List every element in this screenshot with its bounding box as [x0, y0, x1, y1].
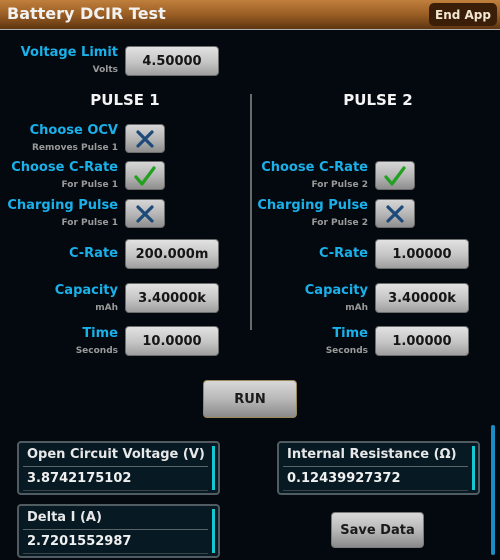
internal-resistance-result-title: Internal Resistance (Ω) — [287, 447, 457, 462]
x-icon — [136, 129, 154, 148]
ocv-result: Open Circuit Voltage (V) 3.8742175102 — [17, 441, 220, 495]
pulse1-time-field[interactable]: 10.0000 — [125, 326, 219, 356]
ocv-result-bottom-line — [23, 490, 208, 491]
scrollbar[interactable] — [491, 425, 495, 555]
pulse1-time-label: Time — [82, 326, 118, 341]
delta-i-result-accent-bar — [212, 509, 215, 553]
pulse2-crate-field[interactable]: 1.00000 — [375, 239, 469, 269]
pulse1-crate-field[interactable]: 200.000m — [125, 239, 219, 269]
pulse1-charging-pulse-toggle[interactable] — [125, 199, 165, 228]
pulse2-capacity-label: Capacity — [304, 283, 368, 298]
pulse2-time-unit: Seconds — [325, 346, 368, 356]
pulse1-capacity-label: Capacity — [54, 283, 118, 298]
pulse2-capacity-field[interactable]: 3.40000k — [375, 283, 469, 313]
x-icon — [386, 204, 404, 223]
internal-resistance-result-separator — [283, 466, 468, 467]
internal-resistance-result-accent-bar — [472, 446, 475, 490]
pulse2-choose-crate-toggle[interactable] — [375, 161, 415, 190]
pulse1-choose-ocv-toggle[interactable] — [125, 124, 165, 153]
pulse1-choose-ocv-label: Choose OCV — [29, 123, 118, 138]
delta-i-result-title: Delta I (A) — [27, 510, 102, 525]
pulse1-crate-label: C-Rate — [68, 246, 118, 261]
pulse2-charging-pulse-label: Charging Pulse — [257, 198, 368, 213]
voltage-limit-label: Voltage Limit — [20, 45, 118, 60]
x-icon — [136, 204, 154, 223]
delta-i-result-bottom-line — [23, 553, 208, 554]
pulse2-choose-crate-label: Choose C-Rate — [261, 160, 368, 175]
app-title: Battery DCIR Test — [7, 4, 166, 23]
pulse1-time-unit: Seconds — [75, 346, 118, 356]
ocv-result-value: 3.8742175102 — [27, 471, 132, 486]
pulse2-choose-crate-sub: For Pulse 2 — [311, 180, 368, 190]
pulse1-title: PULSE 1 — [90, 91, 160, 109]
pulse2-capacity-unit: mAh — [345, 303, 368, 313]
title-bar: Battery DCIR Test End App — [0, 0, 500, 30]
end-app-button[interactable]: End App — [429, 3, 497, 26]
pulse2-crate-label: C-Rate — [318, 246, 368, 261]
internal-resistance-result-bottom-line — [283, 490, 468, 491]
pulse1-choose-crate-sub: For Pulse 1 — [61, 180, 118, 190]
pulse1-charging-pulse-label: Charging Pulse — [7, 198, 118, 213]
pulse1-capacity-field[interactable]: 3.40000k — [125, 283, 219, 313]
pulse2-charging-pulse-toggle[interactable] — [375, 199, 415, 228]
pulse2-charging-pulse-sub: For Pulse 2 — [311, 218, 368, 228]
save-data-button[interactable]: Save Data — [331, 512, 424, 548]
pulse2-title: PULSE 2 — [343, 91, 413, 109]
pulse-divider — [250, 94, 252, 330]
pulse1-choose-crate-label: Choose C-Rate — [11, 160, 118, 175]
voltage-limit-field[interactable]: 4.50000 — [125, 46, 219, 76]
check-icon — [384, 165, 406, 186]
pulse1-capacity-unit: mAh — [95, 303, 118, 313]
pulse1-choose-ocv-sub: Removes Pulse 1 — [31, 143, 118, 153]
run-button[interactable]: RUN — [203, 380, 297, 418]
pulse2-time-field[interactable]: 1.00000 — [375, 326, 469, 356]
internal-resistance-result-value: 0.12439927372 — [287, 471, 401, 486]
delta-i-result-value: 2.7201552987 — [27, 534, 132, 549]
ocv-result-accent-bar — [212, 446, 215, 490]
pulse2-time-label: Time — [332, 326, 368, 341]
pulse1-choose-crate-toggle[interactable] — [125, 161, 165, 190]
check-icon — [134, 165, 156, 186]
internal-resistance-result: Internal Resistance (Ω) 0.12439927372 — [277, 441, 480, 495]
ocv-result-separator — [23, 466, 208, 467]
delta-i-result-separator — [23, 529, 208, 530]
pulse1-charging-pulse-sub: For Pulse 1 — [61, 218, 118, 228]
ocv-result-title: Open Circuit Voltage (V) — [27, 447, 205, 462]
voltage-limit-unit: Volts — [92, 65, 118, 75]
delta-i-result: Delta I (A) 2.7201552987 — [17, 504, 220, 558]
